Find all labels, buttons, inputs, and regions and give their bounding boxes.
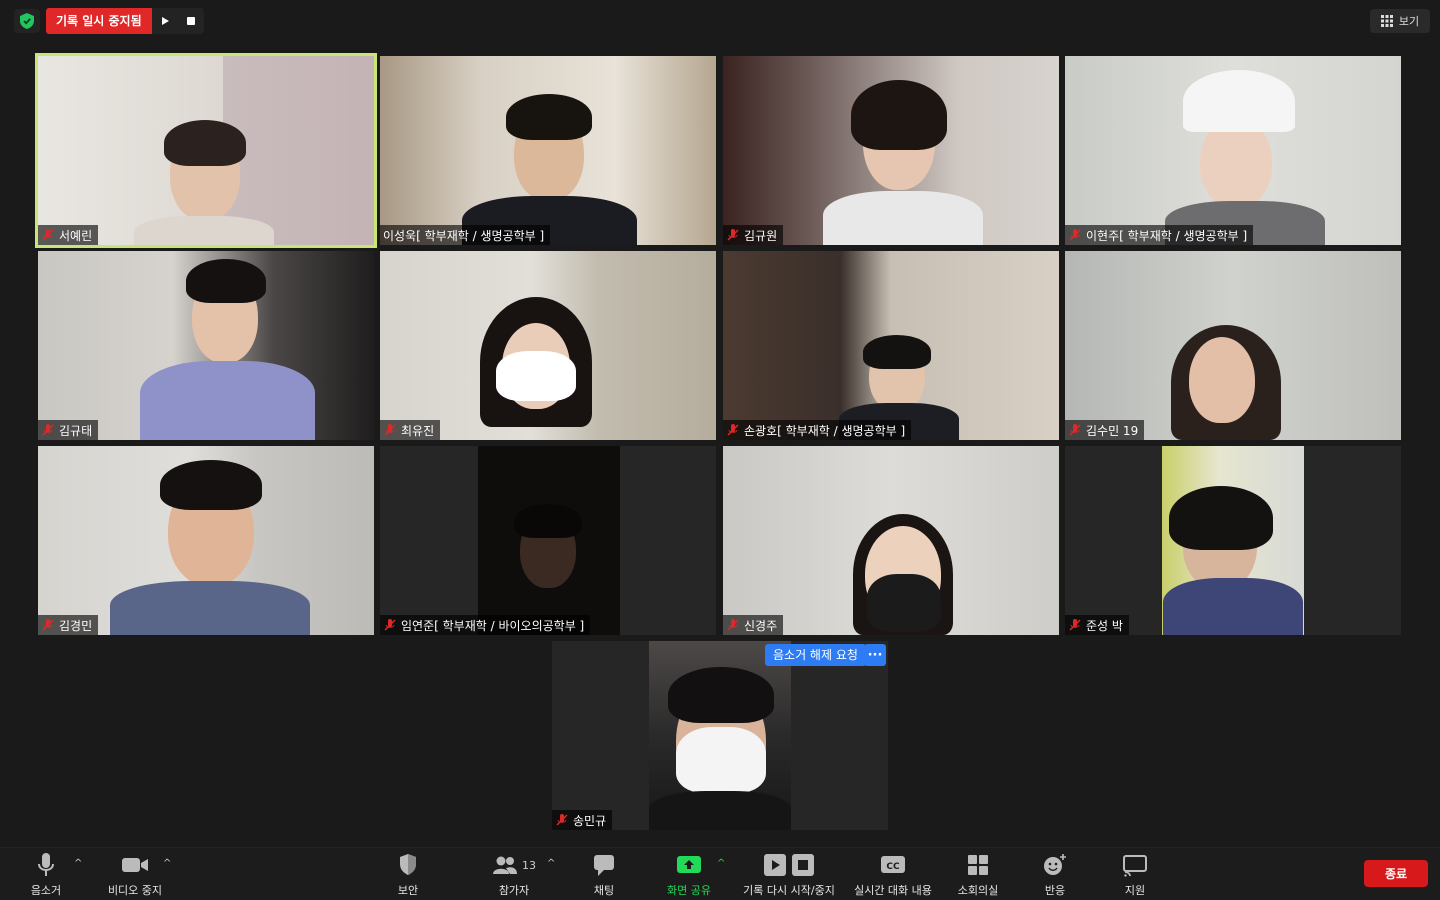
stop-video-button[interactable]: 비디오 중지 (104, 852, 166, 898)
security-label: 보안 (397, 884, 419, 897)
participant-name: 김수민 19 (1086, 423, 1139, 438)
live-transcript-button[interactable]: CC 실시간 대화 내용 (850, 852, 936, 898)
support-button[interactable]: 지원 (1118, 852, 1152, 898)
participants-label: 참가자 (498, 884, 530, 897)
stop-record-icon (792, 854, 814, 876)
chat-label: 채팅 (593, 884, 615, 897)
muted-mic-icon (556, 814, 568, 826)
cast-support-icon (1123, 855, 1147, 877)
participant-name-tag: 손광호[ 학부재학 / 생명공학부 ] (723, 420, 912, 440)
muted-mic-icon (42, 229, 54, 241)
muted-mic-icon (727, 424, 739, 436)
video-tile[interactable]: 준성 박 (1065, 446, 1401, 635)
share-options-caret-icon[interactable]: ^ (717, 858, 725, 869)
closed-caption-icon: CC (881, 856, 905, 873)
participant-name: 김규태 (59, 423, 93, 438)
chat-button[interactable]: 채팅 (586, 852, 622, 898)
svg-text:CC: CC (886, 862, 900, 872)
meeting-toolbar: 음소거 ^ 비디오 중지 ^ 보안 13 참가자 ^ 채팅 화면 공유 ^ 기록… (0, 847, 1440, 900)
participant-name: 준성 박 (1086, 618, 1123, 633)
share-screen-label: 화면 공유 (667, 884, 711, 897)
participant-name: 송민규 (573, 813, 607, 828)
video-grid: 서예린 이성욱[ 학부재학 / 생명공학부 ] 김규원 이현주[ 학부재학 / … (0, 0, 1440, 845)
muted-mic-icon (42, 619, 54, 631)
muted-mic-icon (1069, 229, 1081, 241)
share-screen-button[interactable]: 화면 공유 (664, 852, 714, 898)
reactions-button[interactable]: 반응 (1038, 852, 1072, 898)
reactions-label: 반응 (1044, 884, 1066, 897)
muted-mic-icon (384, 619, 396, 631)
mute-label: 음소거 (30, 884, 62, 897)
share-screen-icon (677, 856, 701, 873)
participant-name-tag: 김규태 (38, 420, 99, 440)
participant-name-tag: 이성욱[ 학부재학 / 생명공학부 ] (380, 225, 551, 245)
video-tile[interactable]: 김경민 (38, 446, 374, 635)
participant-name: 신경주 (744, 618, 778, 633)
participant-name: 최유진 (401, 423, 435, 438)
participant-name: 이성욱[ 학부재학 / 생명공학부 ] (383, 228, 545, 243)
chat-bubble-icon (594, 855, 614, 876)
breakout-rooms-icon (968, 855, 988, 875)
participant-name-tag: 송민규 (552, 810, 613, 830)
participant-name-tag: 준성 박 (1065, 615, 1129, 635)
video-options-caret-icon[interactable]: ^ (163, 858, 171, 869)
microphone-icon (38, 853, 54, 876)
emoji-reaction-icon (1044, 854, 1066, 875)
participant-name-tag: 신경주 (723, 615, 784, 635)
stop-video-label: 비디오 중지 (107, 884, 163, 897)
participant-name-tag: 임연준[ 학부재학 / 바이오의공학부 ] (380, 615, 591, 635)
participants-count: 13 (522, 858, 536, 872)
participant-name-tag: 김규원 (723, 225, 784, 245)
video-tile[interactable]: 김수민 19 (1065, 251, 1401, 440)
participants-options-caret-icon[interactable]: ^ (547, 858, 555, 869)
muted-mic-icon (1069, 424, 1081, 436)
participant-name: 김규원 (744, 228, 778, 243)
live-transcript-label: 실시간 대화 내용 (854, 884, 932, 897)
video-tile[interactable]: 이성욱[ 학부재학 / 생명공학부 ] (380, 56, 716, 245)
video-tile[interactable]: 김규태 (38, 251, 374, 440)
participant-name: 이현주[ 학부재학 / 생명공학부 ] (1086, 228, 1248, 243)
audio-options-caret-icon[interactable]: ^ (74, 858, 82, 869)
request-unmute-button[interactable]: 음소거 해제 요청 (765, 644, 866, 666)
more-options-button[interactable]: ··· (864, 644, 886, 666)
video-tile[interactable]: 최유진 (380, 251, 716, 440)
muted-mic-icon (42, 424, 54, 436)
muted-mic-icon (384, 424, 396, 436)
video-tile[interactable]: 서예린 (35, 53, 377, 248)
participant-name-tag: 김수민 19 (1065, 420, 1145, 440)
video-tile[interactable]: 손광호[ 학부재학 / 생명공학부 ] (723, 251, 1059, 440)
video-tile[interactable]: 임연준[ 학부재학 / 바이오의공학부 ] (380, 446, 716, 635)
support-label: 지원 (1124, 884, 1146, 897)
participant-name: 손광호[ 학부재학 / 생명공학부 ] (744, 423, 906, 438)
muted-mic-icon (1069, 619, 1081, 631)
participant-name-tag: 이현주[ 학부재학 / 생명공학부 ] (1065, 225, 1254, 245)
play-record-icon (764, 854, 786, 876)
muted-mic-icon (727, 229, 739, 241)
participant-name: 서예린 (59, 228, 93, 243)
participants-icon (493, 856, 517, 874)
video-tile[interactable]: 이현주[ 학부재학 / 생명공학부 ] (1065, 56, 1401, 245)
participant-name: 김경민 (59, 618, 93, 633)
video-tile[interactable]: 신경주 (723, 446, 1059, 635)
participant-name-tag: 김경민 (38, 615, 99, 635)
video-tile[interactable]: 김규원 (723, 56, 1059, 245)
participant-name-tag: 서예린 (38, 225, 99, 245)
video-camera-icon (122, 858, 148, 872)
breakout-rooms-button[interactable]: 소회의실 (954, 852, 1002, 898)
recording-toggle-label: 기록 다시 시작/중지 (743, 884, 835, 897)
participants-button[interactable]: 13 참가자 (486, 852, 542, 898)
participant-name-tag: 최유진 (380, 420, 441, 440)
participant-name: 임연준[ 학부재학 / 바이오의공학부 ] (401, 618, 585, 633)
mute-button[interactable]: 음소거 (24, 852, 68, 898)
security-shield-icon (400, 854, 416, 875)
end-meeting-button[interactable]: 종료 (1364, 860, 1428, 887)
muted-mic-icon (727, 619, 739, 631)
breakout-rooms-label: 소회의실 (957, 884, 999, 897)
security-button[interactable]: 보안 (388, 852, 428, 898)
recording-toggle-button[interactable]: 기록 다시 시작/중지 (740, 852, 838, 898)
video-tile[interactable]: 송민규 (552, 641, 888, 830)
